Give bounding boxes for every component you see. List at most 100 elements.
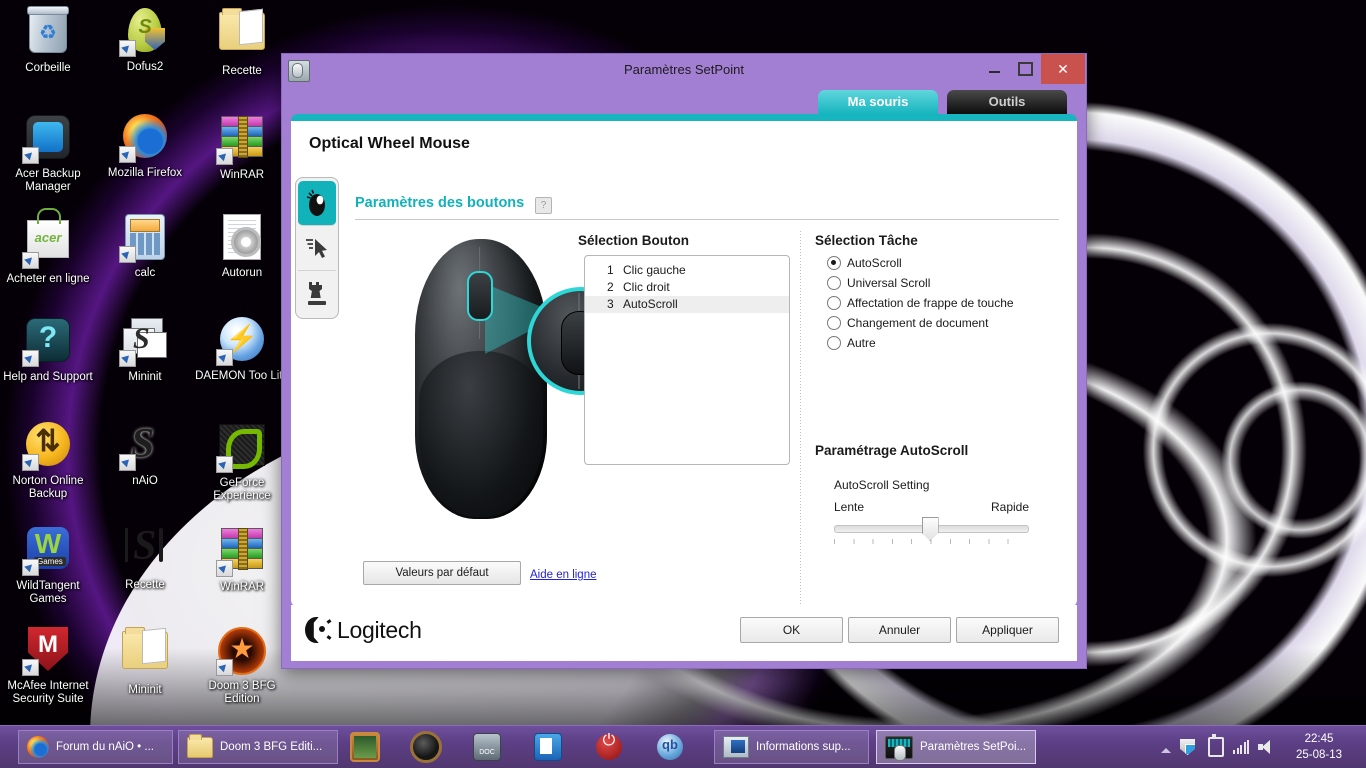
radio-label: AutoScroll (847, 256, 902, 270)
volume-icon[interactable] (1258, 740, 1274, 754)
desktop-icon[interactable]: Doom 3 BFG Edition (194, 625, 290, 706)
apply-button[interactable]: Appliquer (956, 617, 1059, 643)
desktop-icon[interactable]: S Recette (97, 523, 193, 592)
slider-min-label: Lente (834, 500, 865, 514)
show-hidden-icons-arrow-icon[interactable] (1161, 747, 1171, 753)
desktop-icon[interactable]: Corbeille (0, 6, 96, 75)
desktop-icon[interactable]: GeForce Experience (194, 420, 290, 503)
desktop-icon[interactable]: Mininit (97, 625, 193, 697)
restore-defaults-button[interactable]: Valeurs par défaut (363, 561, 521, 585)
list-item[interactable]: 1 Clic gauche (585, 262, 789, 279)
slider-thumb[interactable] (921, 517, 939, 541)
close-button[interactable]: ✕ (1041, 54, 1085, 84)
taskbar-item-setpoint[interactable]: Paramètres SetPoi... (876, 730, 1036, 764)
desktop-icon-label: WildTangent Games (16, 580, 80, 605)
minimize-button[interactable] (979, 54, 1010, 84)
desktop-icon[interactable]: Acheter en ligne (0, 208, 96, 286)
taskbar-quick-audio[interactable] (406, 730, 446, 764)
radio-document-switch[interactable]: Changement de document (827, 313, 1077, 333)
list-item[interactable]: 2 Clic droit (585, 279, 789, 296)
radio-label: Universal Scroll (847, 276, 931, 290)
desktop-icon[interactable]: WinRAR (194, 112, 290, 182)
desktop-icon[interactable]: Autorun (194, 212, 290, 280)
taskbar-item-label: Forum du nAiO • ... (56, 741, 154, 753)
tab-ma-souris[interactable]: Ma souris (818, 90, 938, 114)
desktop-icon-label: Mininit (128, 684, 162, 696)
list-item-number: 1 (607, 263, 614, 277)
ok-button[interactable]: OK (740, 617, 843, 643)
task-selection-radiogroup[interactable]: AutoScroll Universal Scroll Affectation … (827, 253, 1077, 353)
desktop-icon-label: Recette (222, 65, 262, 77)
desktop-icon[interactable]: DAEMON Too Lite (194, 315, 290, 383)
desktop-icon[interactable]: Games WildTangent Games (0, 524, 96, 606)
taskbar-quick-qbittorrent[interactable] (650, 730, 690, 764)
list-item-label: Clic gauche (623, 263, 686, 277)
vertical-tab-rail (295, 177, 339, 319)
button-selection-list[interactable]: 1 Clic gauche 2 Clic droit 3 AutoScroll (584, 255, 790, 465)
desktop-icon-label: Help and Support (3, 371, 93, 383)
acer-backup-manager-icon (22, 115, 72, 164)
taskbar-quick-docsettings[interactable] (528, 730, 568, 764)
taskbar-item-firefox[interactable]: Forum du nAiO • ... (18, 730, 173, 764)
desktop-icon[interactable]: WinRAR (194, 524, 290, 594)
desktop-icon[interactable]: Mozilla Firefox (97, 112, 193, 180)
wildtangent-games-icon: Games (22, 527, 72, 576)
setpoint-window[interactable]: Paramètres SetPoint ✕ Ma souris Outils O… (281, 53, 1087, 669)
folder-icon (218, 8, 266, 60)
desktop-icon[interactable]: McAfee Internet Security Suite (0, 625, 96, 706)
tab-outils[interactable]: Outils (947, 90, 1067, 114)
autoscroll-speed-slider[interactable] (834, 517, 1029, 541)
taskbar-quick-power[interactable] (589, 730, 629, 764)
desktop-icon[interactable]: calc (97, 212, 193, 280)
desktop-icon[interactable]: Recette (194, 6, 290, 78)
geforce-experience-icon (216, 424, 266, 473)
clock-time: 22:45 (1304, 733, 1334, 745)
taskbar-item-system-info[interactable]: Informations sup... (714, 730, 869, 764)
desktop-icon[interactable]: Help and Support (0, 315, 96, 384)
desktop-icon-label: WinRAR (219, 581, 265, 593)
gaming-tab[interactable] (298, 271, 336, 315)
help-question-icon (22, 318, 72, 367)
battery-icon[interactable] (1208, 734, 1224, 757)
radio-other[interactable]: Autre (827, 333, 1077, 353)
desktop-icon-label: nAiO (132, 475, 158, 487)
naio-icon: S (119, 421, 169, 471)
taskbar-item-doom-folder[interactable]: Doom 3 BFG Editi... (178, 730, 338, 764)
radio-icon (827, 276, 841, 290)
desktop-icon[interactable]: Dofus2 (97, 6, 193, 74)
desktop-icon[interactable]: S nAiO (97, 420, 193, 488)
security-shield-icon[interactable] (1180, 739, 1195, 755)
cancel-button[interactable]: Annuler (848, 617, 951, 643)
radio-label: Affectation de frappe de touche (847, 296, 1014, 310)
mouse-icon (306, 189, 325, 216)
network-signal-icon[interactable] (1233, 740, 1249, 754)
taskbar-quick-doc[interactable] (467, 730, 507, 764)
window-title: Paramètres SetPoint (624, 62, 744, 77)
radio-keystroke-assignment[interactable]: Affectation de frappe de touche (827, 293, 1077, 313)
online-help-link[interactable]: Aide en ligne (530, 569, 597, 581)
window-titlebar[interactable]: Paramètres SetPoint ✕ (282, 54, 1086, 86)
autoscroll-section-title: Paramétrage AutoScroll (815, 443, 969, 458)
maximize-button[interactable] (1010, 54, 1041, 84)
desktop-icon[interactable]: Norton Online Backup (0, 420, 96, 501)
mininit-windows-icon: S (119, 318, 169, 367)
help-icon[interactable]: ? (535, 197, 552, 214)
desktop-icon[interactable]: Acer Backup Manager (0, 112, 96, 194)
mouse-buttons-tab[interactable] (298, 181, 336, 226)
window-body: Ma souris Outils Optical Wheel Mouse Par… (285, 86, 1083, 665)
radio-universal-scroll[interactable]: Universal Scroll (827, 273, 1077, 293)
radio-icon (827, 256, 841, 270)
device-title: Optical Wheel Mouse (309, 135, 470, 152)
list-item[interactable]: 3 AutoScroll (585, 296, 789, 313)
desktop-icon[interactable]: S Mininit (97, 315, 193, 384)
pointer-settings-tab[interactable] (298, 226, 336, 271)
desktop-icon-label: Acer Backup Manager (15, 168, 81, 193)
taskbar-quick-photo[interactable] (345, 730, 385, 764)
slider-max-label: Rapide (991, 500, 1030, 514)
taskbar-clock[interactable]: 22:45 25-08-13 (1280, 731, 1358, 763)
scroll-wheel-highlight (467, 271, 493, 321)
radio-autoscroll[interactable]: AutoScroll (827, 253, 1077, 273)
taskbar[interactable]: Forum du nAiO • ... Doom 3 BFG Editi... … (0, 725, 1366, 768)
system-tray[interactable] (1161, 726, 1274, 768)
desktop-icon-label: Corbeille (25, 62, 71, 74)
